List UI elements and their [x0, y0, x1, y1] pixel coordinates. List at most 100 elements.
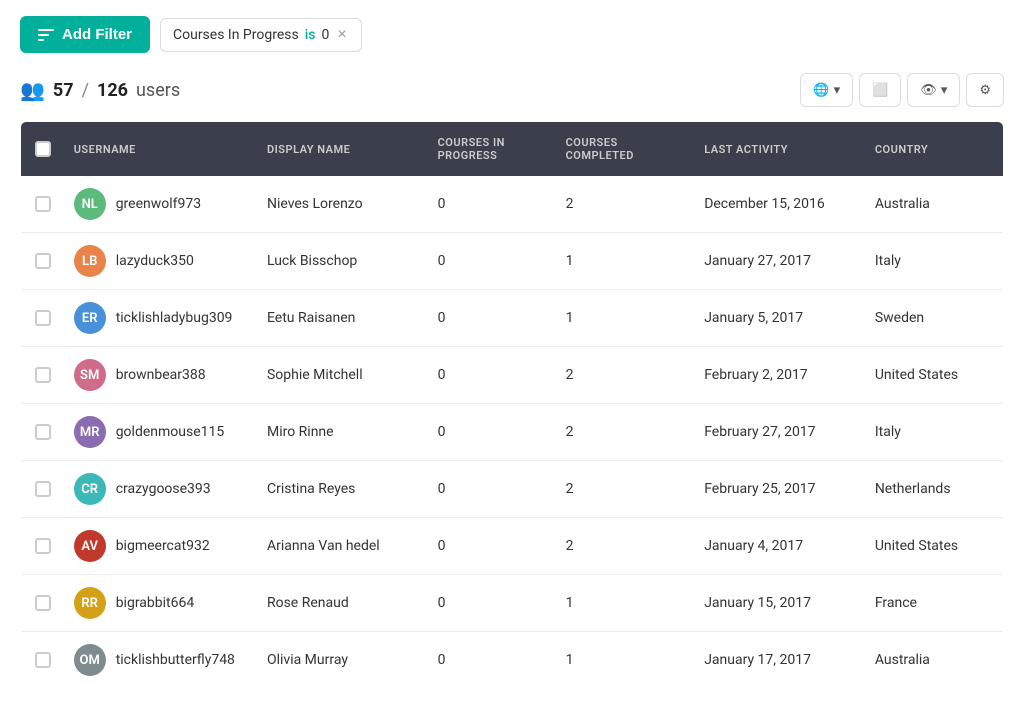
- toolbar-icons: 🌐 ▾ ⬜ 👁 ▾ ⚙: [800, 73, 1004, 107]
- avatar: MR: [74, 416, 106, 448]
- table-row: NLgreenwolf973Nieves Lorenzo02December 1…: [21, 176, 1004, 233]
- row-last-activity-cell: February 25, 2017: [694, 461, 865, 518]
- row-username-cell: ER ticklishladybug309: [64, 290, 257, 347]
- row-checkbox[interactable]: [35, 196, 51, 212]
- col-header-last-activity[interactable]: LAST ACTIVITY: [694, 122, 865, 177]
- row-checkbox[interactable]: [35, 253, 51, 269]
- avatar: CR: [74, 473, 106, 505]
- row-courses-progress-cell: 0: [428, 575, 556, 632]
- export-icon: ⬜: [872, 82, 888, 98]
- users-shown: 57: [53, 80, 74, 101]
- row-last-activity-cell: February 2, 2017: [694, 347, 865, 404]
- row-country-cell: Italy: [865, 233, 1004, 290]
- table-row: MRgoldenmouse115Miro Rinne02February 27,…: [21, 404, 1004, 461]
- table-row: CRcrazygoose393Cristina Reyes02February …: [21, 461, 1004, 518]
- row-courses-completed-cell: 2: [556, 461, 695, 518]
- export-button[interactable]: ⬜: [859, 73, 901, 107]
- users-row: 👥 57 / 126 users 🌐 ▾ ⬜ 👁 ▾ ⚙: [20, 73, 1004, 107]
- row-checkbox[interactable]: [35, 595, 51, 611]
- row-country-cell: United States: [865, 518, 1004, 575]
- col-header-courses-completed[interactable]: COURSES COMPLETED: [556, 122, 695, 177]
- table-row: LB lazyduck350 Luck Bisschop01January 27, …: [21, 233, 1004, 290]
- chart-chevron: ▾: [834, 82, 841, 98]
- col-header-display-name[interactable]: DISPLAY NAME: [257, 122, 428, 177]
- row-display-name-cell: Luck Bisschop: [257, 233, 428, 290]
- header-checkbox[interactable]: [35, 141, 51, 157]
- row-checkbox-cell: [21, 575, 64, 632]
- avatar: ER: [74, 302, 106, 334]
- row-checkbox[interactable]: [35, 538, 51, 554]
- row-username-cell: NLgreenwolf973: [64, 176, 257, 233]
- row-username-cell: LB lazyduck350: [64, 233, 257, 290]
- settings-button[interactable]: ⚙: [966, 73, 1004, 107]
- filter-chip-keyword: is: [305, 27, 316, 43]
- row-courses-progress-cell: 0: [428, 233, 556, 290]
- row-checkbox-cell: [21, 404, 64, 461]
- filter-chip-label: Courses In Progress: [173, 27, 299, 43]
- username-text: brownbear388: [116, 367, 206, 383]
- view-chevron: ▾: [941, 82, 948, 98]
- col-header-courses-progress[interactable]: COURSES IN PROGRESS: [428, 122, 556, 177]
- chart-button[interactable]: 🌐 ▾: [800, 73, 853, 107]
- avatar: SM: [74, 359, 106, 391]
- row-username-cell: SM brownbear388: [64, 347, 257, 404]
- avatar: OM: [74, 644, 106, 676]
- username-text: bigrabbit664: [116, 595, 195, 611]
- avatar: AV: [74, 530, 106, 562]
- row-last-activity-cell: January 4, 2017: [694, 518, 865, 575]
- row-checkbox[interactable]: [35, 367, 51, 383]
- row-country-cell: Australia: [865, 176, 1004, 233]
- row-display-name-cell: Cristina Reyes: [257, 461, 428, 518]
- row-courses-progress-cell: 0: [428, 404, 556, 461]
- table-header-row: USERNAME DISPLAY NAME COURSES IN PROGRES…: [21, 122, 1004, 177]
- row-courses-completed-cell: 1: [556, 290, 695, 347]
- col-header-checkbox: [21, 122, 64, 177]
- row-last-activity-cell: January 27, 2017: [694, 233, 865, 290]
- filter-chip: Courses In Progress is 0 ×: [160, 18, 362, 52]
- table-row: ERticklishladybug309Eetu Raisanen01Janua…: [21, 290, 1004, 347]
- row-courses-progress-cell: 0: [428, 518, 556, 575]
- row-courses-completed-cell: 2: [556, 404, 695, 461]
- row-checkbox[interactable]: [35, 424, 51, 440]
- filter-chip-close-button[interactable]: ×: [335, 27, 348, 43]
- row-courses-completed-cell: 1: [556, 632, 695, 689]
- users-total: 126: [97, 80, 128, 101]
- row-checkbox[interactable]: [35, 310, 51, 326]
- row-username-cell: MRgoldenmouse115: [64, 404, 257, 461]
- row-country-cell: Netherlands: [865, 461, 1004, 518]
- users-separator: /: [82, 80, 89, 101]
- row-username-cell: OMticklishbutterfly748: [64, 632, 257, 689]
- row-display-name-cell: Eetu Raisanen: [257, 290, 428, 347]
- add-filter-button[interactable]: Add Filter: [20, 16, 150, 53]
- row-courses-completed-cell: 1: [556, 233, 695, 290]
- username-text: bigmeercat932: [116, 538, 210, 554]
- row-display-name-cell: Rose Renaud: [257, 575, 428, 632]
- row-checkbox-cell: [21, 347, 64, 404]
- row-last-activity-cell: January 15, 2017: [694, 575, 865, 632]
- view-button[interactable]: 👁 ▾: [907, 73, 960, 107]
- row-checkbox[interactable]: [35, 481, 51, 497]
- chart-icon: 🌐: [813, 82, 829, 98]
- row-courses-completed-cell: 2: [556, 347, 695, 404]
- username-text: ticklishladybug309: [116, 310, 233, 326]
- page-wrapper: Add Filter Courses In Progress is 0 × 👥 …: [0, 0, 1024, 705]
- avatar: NL: [74, 188, 106, 220]
- row-checkbox-cell: [21, 176, 64, 233]
- col-header-country[interactable]: COUNTRY: [865, 122, 1004, 177]
- row-checkbox[interactable]: [35, 652, 51, 668]
- row-courses-completed-cell: 2: [556, 176, 695, 233]
- row-last-activity-cell: December 15, 2016: [694, 176, 865, 233]
- avatar: LB: [74, 245, 106, 277]
- row-username-cell: CRcrazygoose393: [64, 461, 257, 518]
- row-display-name-cell: Arianna Van hedel: [257, 518, 428, 575]
- row-country-cell: Sweden: [865, 290, 1004, 347]
- row-username-cell: AV bigmeercat932: [64, 518, 257, 575]
- row-checkbox-cell: [21, 461, 64, 518]
- table-row: AVbigmeercat932Arianna Van hedel02Januar…: [21, 518, 1004, 575]
- username-text: lazyduck350: [116, 253, 194, 269]
- add-filter-label: Add Filter: [62, 26, 132, 43]
- top-bar: Add Filter Courses In Progress is 0 ×: [20, 16, 1004, 53]
- col-header-username[interactable]: USERNAME: [64, 122, 257, 177]
- row-courses-progress-cell: 0: [428, 632, 556, 689]
- table-row: SMbrownbear388Sophie Mitchell02February …: [21, 347, 1004, 404]
